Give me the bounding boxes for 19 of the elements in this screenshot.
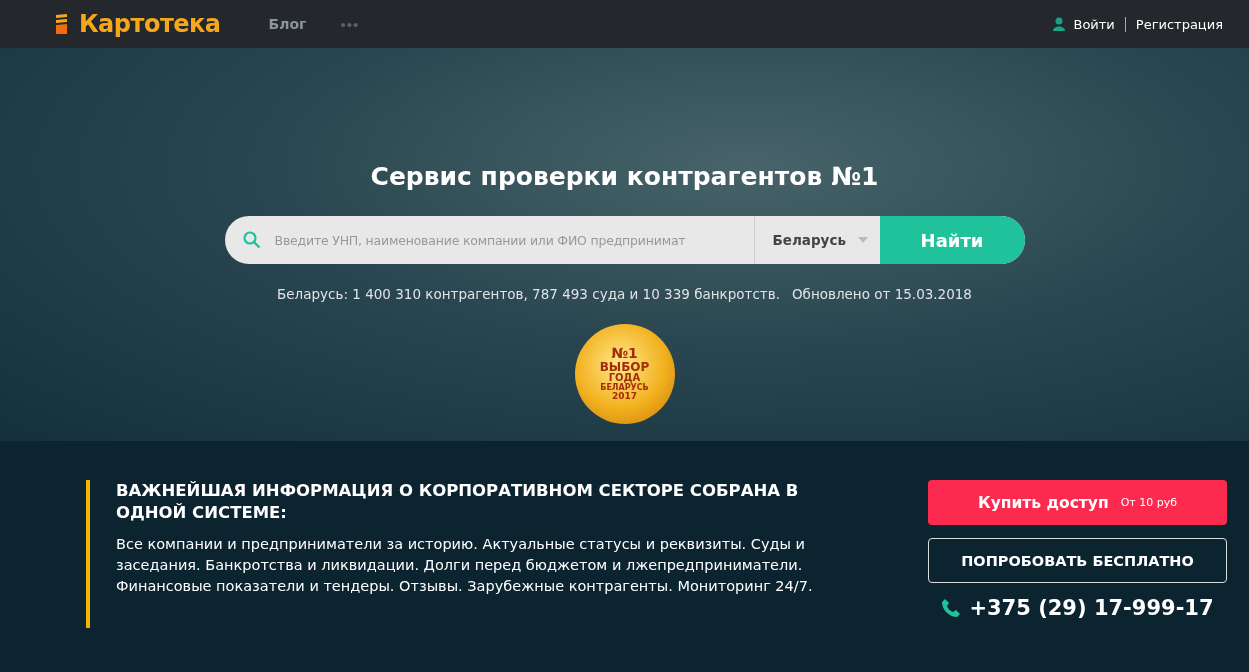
login-link[interactable]: Войти bbox=[1073, 16, 1115, 32]
phone-icon bbox=[941, 598, 962, 618]
caret-icon bbox=[857, 237, 868, 243]
stats-text: Беларусь: 1 400 310 контрагентов, 787 493 суда и 10 339 банкротств. bbox=[277, 286, 780, 302]
info-text: Все компании и предприниматели за историю. Актуальные статусы и реквизиты. Суды и заседания. Банкротства и ликвидации. Долги перед бюджетом и лжепредприниматели. Финансовые показатели и тендеры. Отзывы. Зарубежные контрагенты. Мониторинг 24/7. bbox=[116, 535, 814, 596]
nav-link[interactable]: Блог bbox=[268, 16, 307, 32]
stats-text: Обновлено от 15.03.2018 bbox=[791, 286, 972, 302]
logo-icon bbox=[55, 13, 69, 35]
logo-text[interactable]: Картотека bbox=[79, 10, 221, 38]
search-icon bbox=[242, 231, 261, 249]
free-trial-button[interactable]: ПОПРОБОВАТЬ БЕСПЛАТНО bbox=[928, 538, 1227, 583]
hero-title: Сервис проверки контрагентов №1 bbox=[370, 162, 879, 191]
buy-access-button[interactable]: Купить доступ От 10 руб bbox=[928, 480, 1227, 525]
user-icon bbox=[1053, 17, 1066, 31]
search-field[interactable]: Введите УНП, наименование компании или ФИО предпринимат bbox=[270, 232, 754, 248]
register-link[interactable]: Регистрация bbox=[1135, 16, 1223, 32]
phone-number[interactable]: +375 (29) 17-999-17 bbox=[969, 596, 1214, 620]
award-badge: №1 ВЫБОР ГОДА БЕЛАРУСЬ 2017 bbox=[574, 324, 675, 424]
info-heading: ВАЖНЕЙШАЯ ИНФОРМАЦИЯ О КОРПОРАТИВНОМ СЕКТОРЕ СОБРАНА В ОДНОЙ СИСТЕМЕ: bbox=[116, 480, 800, 524]
